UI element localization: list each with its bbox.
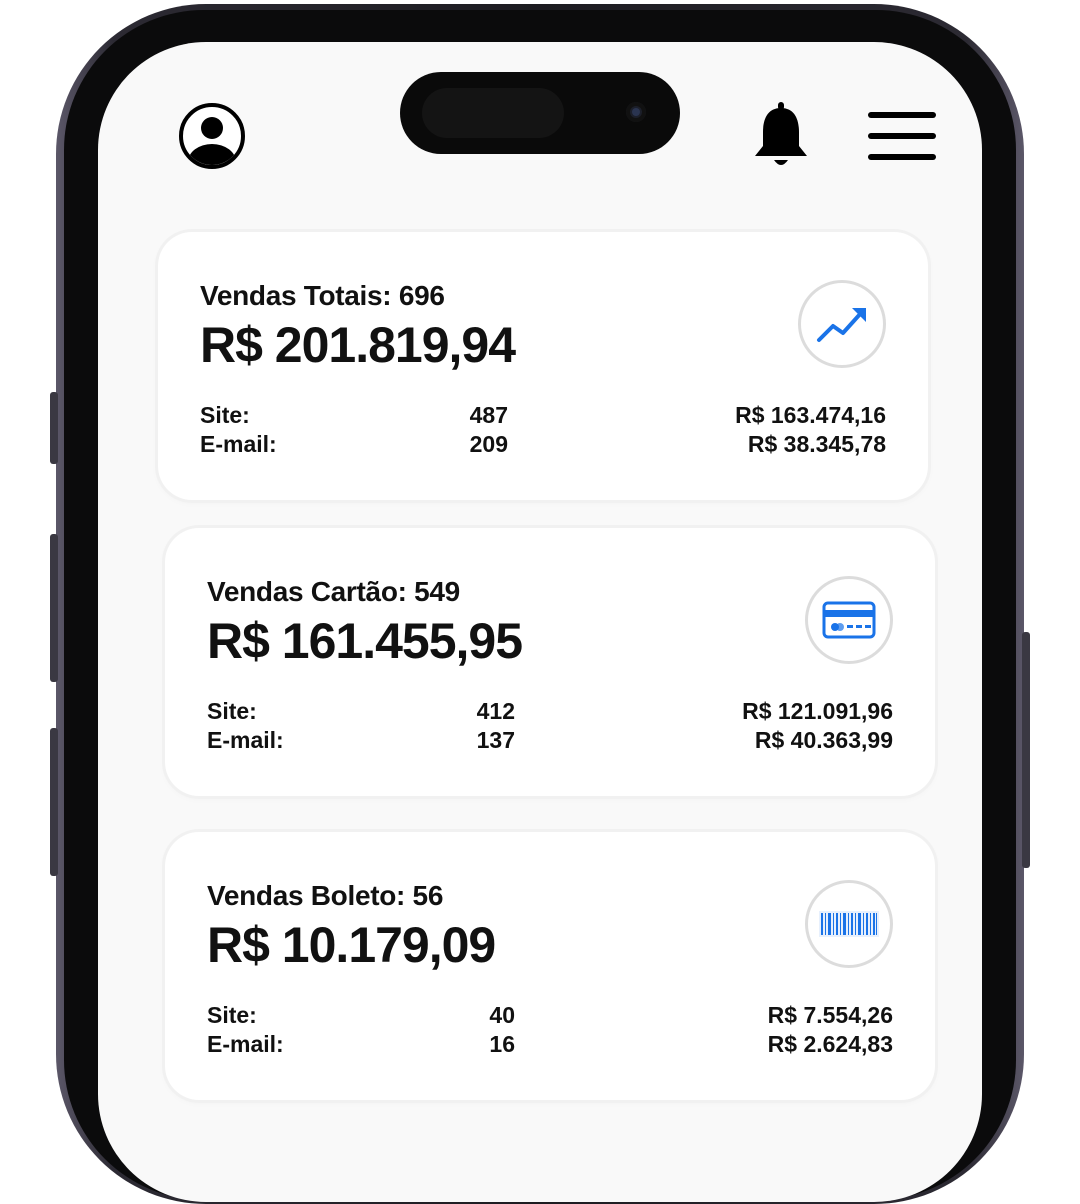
row-label-email: E-mail: (207, 1031, 284, 1057)
volume-up-button (50, 534, 58, 682)
trending-up-icon (798, 280, 886, 368)
row-count-email: 16 (489, 1031, 515, 1057)
row-count-email: 209 (469, 431, 508, 457)
row-value-email: R$ 2.624,83 (767, 1031, 893, 1057)
user-circle-icon[interactable] (178, 102, 246, 170)
row-value-email: R$ 40.363,99 (754, 727, 893, 753)
row-value-site: R$ 7.554,26 (767, 1002, 893, 1028)
row-count-email: 137 (476, 727, 515, 753)
volume-down-button (50, 728, 58, 876)
barcode-icon (805, 880, 893, 968)
row-count-site: 487 (469, 402, 508, 428)
row-count-site: 412 (476, 698, 515, 724)
card-amount: R$ 161.455,95 (207, 613, 523, 669)
bell-icon[interactable] (752, 100, 810, 170)
row-value-site: R$ 121.091,96 (742, 698, 893, 724)
row-label-site: Site: (207, 698, 257, 724)
power-button (1022, 632, 1030, 868)
action-button (50, 392, 58, 464)
app-screen: Vendas Totais: 696 R$ 201.819,94 Site: 4… (98, 42, 982, 1202)
card-amount: R$ 10.179,09 (207, 917, 496, 973)
row-label-site: Site: (200, 402, 250, 428)
row-label-site: Site: (207, 1002, 257, 1028)
row-label-email: E-mail: (200, 431, 277, 457)
sales-card-boleto[interactable]: Vendas Boleto: 56 R$ 10.179,09 Site: 40 … (165, 832, 935, 1100)
dynamic-island (400, 72, 680, 154)
hamburger-menu-icon[interactable] (866, 108, 938, 164)
row-value-site: R$ 163.474,16 (735, 402, 886, 428)
sales-card-cartao[interactable]: Vendas Cartão: 549 R$ 161.455,95 Site: 4… (165, 528, 935, 796)
row-count-site: 40 (489, 1002, 515, 1028)
card-amount: R$ 201.819,94 (200, 317, 516, 373)
sales-card-total[interactable]: Vendas Totais: 696 R$ 201.819,94 Site: 4… (158, 232, 928, 500)
row-label-email: E-mail: (207, 727, 284, 753)
card-title: Vendas Cartão: 549 (207, 576, 460, 607)
row-value-email: R$ 38.345,78 (747, 431, 886, 457)
card-title: Vendas Totais: 696 (200, 280, 445, 311)
credit-card-icon (805, 576, 893, 664)
front-camera (626, 102, 646, 122)
card-title: Vendas Boleto: 56 (207, 880, 444, 911)
